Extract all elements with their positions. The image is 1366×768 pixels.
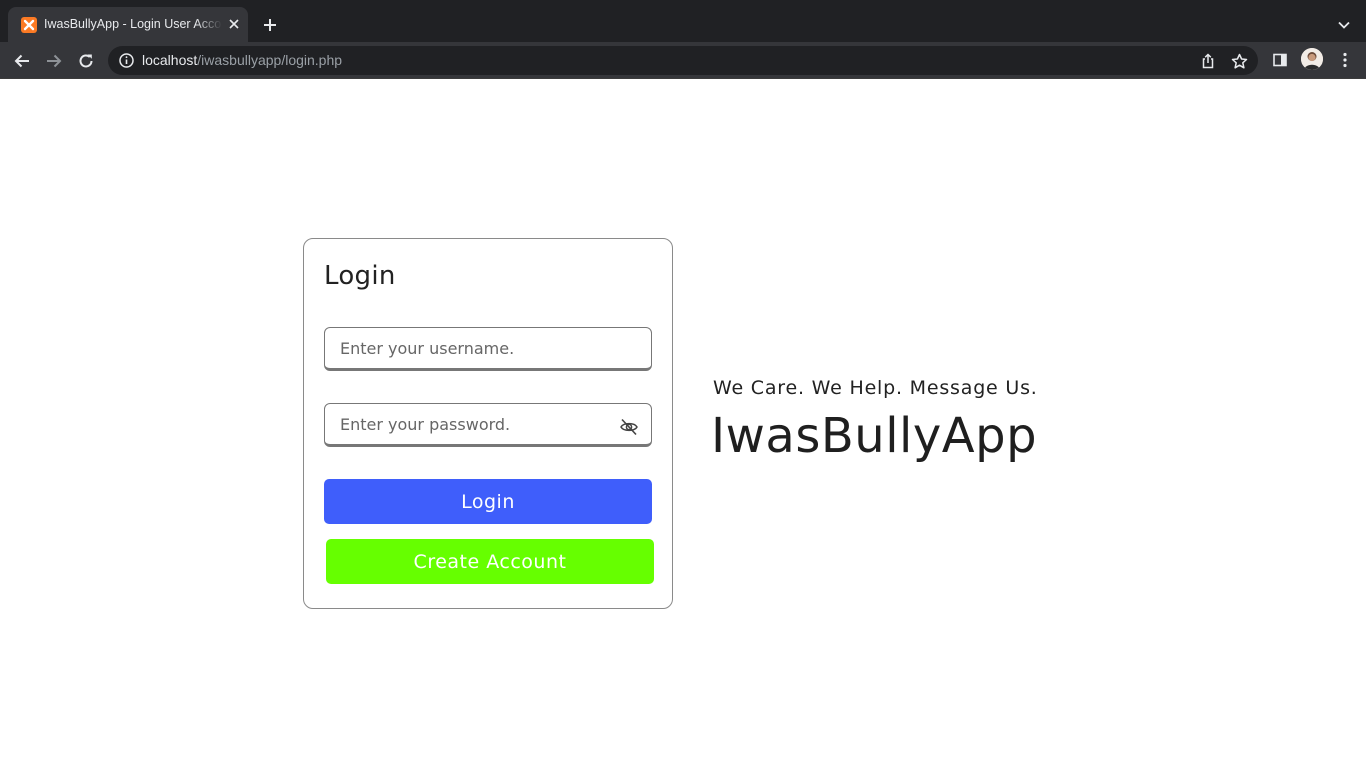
login-title: Login [324,261,396,291]
new-tab-icon[interactable] [258,13,282,37]
side-panel-icon[interactable] [1270,50,1290,70]
info-icon[interactable] [118,52,135,69]
create-account-button[interactable]: Create Account [326,539,654,584]
password-input[interactable] [325,404,651,444]
browser-tab[interactable]: IwasBullyApp - Login User Account [8,7,248,42]
login-button[interactable]: Login [324,479,652,524]
login-card: Login Login Create Account [303,238,673,609]
avatar[interactable] [1301,48,1323,70]
tagline: We Care. We Help. Message Us. [713,377,1038,399]
star-icon[interactable] [1230,52,1248,70]
close-tab-icon[interactable] [226,16,242,32]
eye-slash-icon[interactable] [619,418,639,436]
reload-icon[interactable] [73,48,99,74]
url-path: /iwasbullyapp/login.php [197,52,343,68]
tab-strip: IwasBullyApp - Login User Account [0,0,1366,42]
username-field [324,327,652,371]
arrow-right-icon[interactable] [41,48,67,74]
chevron-down-icon[interactable] [1332,13,1356,37]
tab-title: IwasBullyApp - Login User Account [44,17,222,31]
url-text[interactable]: localhost/iwasbullyapp/login.php [142,52,342,69]
username-input[interactable] [325,328,651,368]
password-field [324,403,652,447]
browser-toolbar: localhost/iwasbullyapp/login.php [0,42,1366,79]
brand-title: IwasBullyApp [711,408,1038,464]
arrow-left-icon[interactable] [9,48,35,74]
xampp-icon [21,17,37,33]
url-host: localhost [142,52,198,68]
kebab-menu-icon[interactable] [1335,50,1355,70]
address-bar[interactable]: localhost/iwasbullyapp/login.php [108,46,1258,75]
share-icon[interactable] [1199,52,1217,70]
